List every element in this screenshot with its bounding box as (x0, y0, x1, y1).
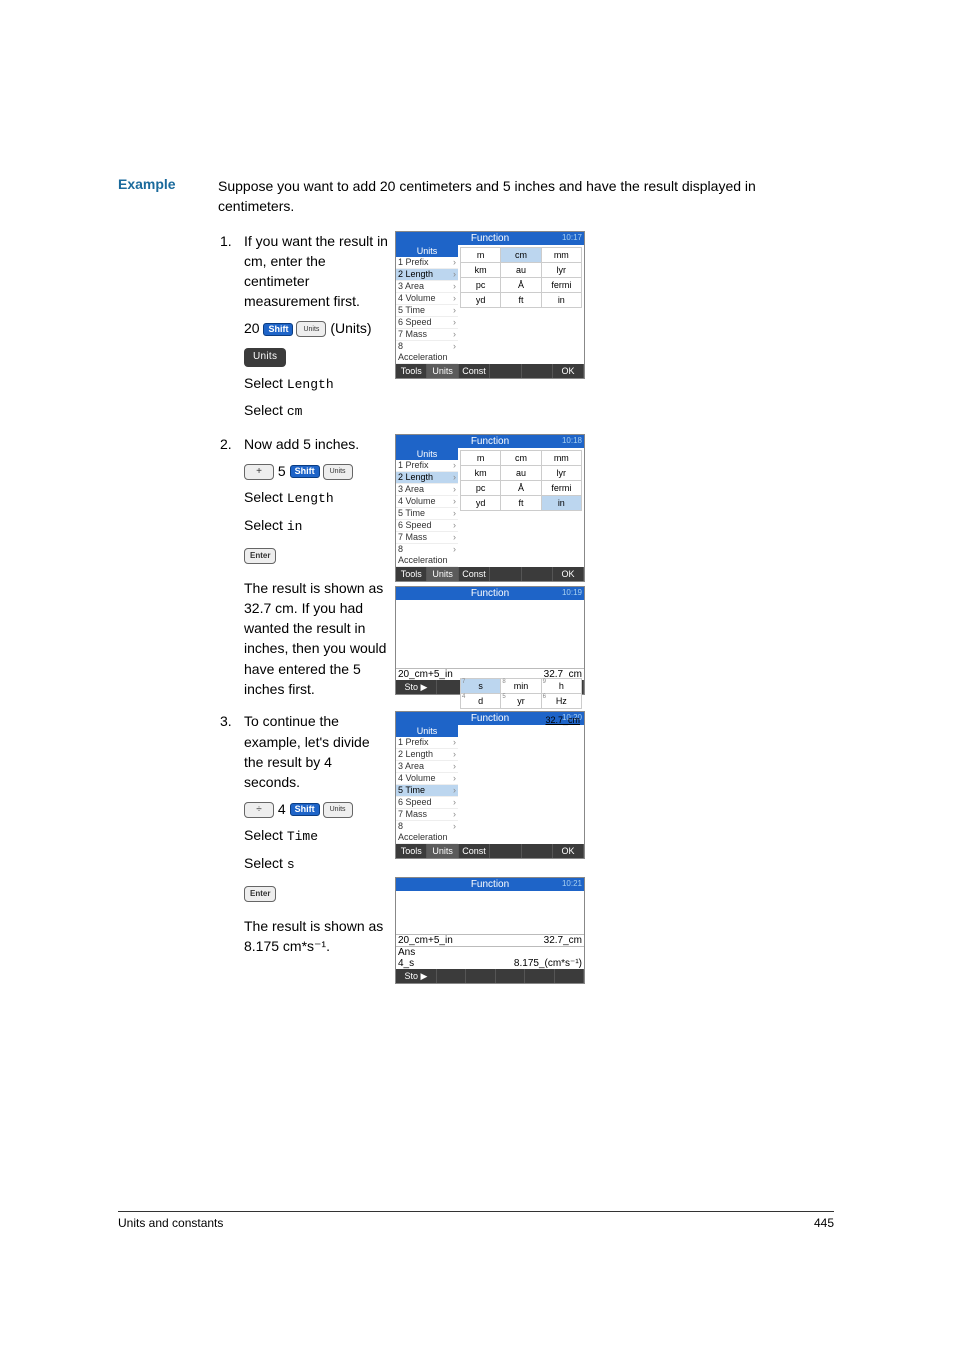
ans-line: Ans (396, 946, 584, 958)
select-length: Length (287, 491, 334, 506)
plus-key (244, 464, 274, 480)
section-heading: Example (118, 176, 218, 192)
literal-4: 4 (278, 801, 290, 817)
shift-key: Shift (290, 465, 320, 478)
enter-key: Enter (244, 886, 276, 902)
select-time: Time (287, 829, 318, 844)
step-number: 3. (218, 711, 244, 731)
calc-screenshot-5: Function 10:21 20_cm+5_in 32.7_cm (395, 877, 585, 984)
shift-key: Shift (263, 323, 293, 336)
menu-volume: 4 Volume› (396, 293, 458, 305)
clock: 10:19 (562, 588, 582, 597)
tab-units: Units (427, 364, 458, 378)
menu-speed: 6 Speed› (396, 317, 458, 329)
step-2-text: Now add 5 inches. 5 Shift Units (244, 434, 389, 705)
tab-tools: Tools (396, 364, 427, 378)
menu-mass: 7 Mass› (396, 329, 458, 341)
menu-time: 5 Time› (396, 305, 458, 317)
units-key: Units (323, 802, 353, 818)
menu-prefix: 1 Prefix› (396, 257, 458, 269)
page-footer: Units and constants 445 (118, 1211, 834, 1230)
select-s: s (287, 857, 295, 872)
menu-accel: 8 Acceleration› (396, 341, 458, 364)
units-label-paren: (Units) (330, 320, 371, 336)
units-key: Units (296, 321, 326, 337)
enter-key: Enter (244, 548, 276, 564)
select-length: Length (287, 377, 334, 392)
intro-text: Suppose you want to add 20 centimeters a… (218, 176, 834, 217)
divide-key (244, 802, 274, 818)
step-1-text: If you want the result in cm, enter the … (244, 231, 389, 429)
literal-20: 20 (244, 320, 260, 336)
menu-area: 3 Area› (396, 281, 458, 293)
result-line-1: 20_cm+5_in 32.7_cm (396, 934, 584, 946)
clock: 10:17 (562, 233, 582, 242)
tab-ok: OK (553, 364, 584, 378)
step-number: 1. (218, 231, 244, 251)
calc-header: Function 10:17 (396, 232, 584, 245)
tab-const: Const (459, 364, 490, 378)
calc-screenshot-1: Function 10:17 Units 1 Prefix› 2 Length›… (395, 231, 585, 379)
clock: 10:21 (562, 879, 582, 888)
result-line-2: 4_s 8.175_(cm*s⁻¹) (396, 958, 584, 969)
units-key: Units (323, 464, 353, 480)
length-grid: mcmmm kmaulyr pcÅfermi ydftin (460, 247, 582, 308)
select-cm: cm (287, 404, 303, 419)
calc-screenshot-4: Function 10:20 Units 1 Prefix› 2 Length›… (395, 711, 585, 859)
literal-5: 5 (278, 463, 290, 479)
units-soft-button: Units (244, 348, 286, 367)
shift-key: Shift (290, 803, 320, 816)
units-menu: Units 1 Prefix› 2 Length› 3 Area› 4 Volu… (396, 245, 458, 364)
calc-screenshot-2: Function 10:18 Units 1 Prefix› 2 Length›… (395, 434, 585, 582)
select-in: in (287, 519, 303, 534)
footer-left: Units and constants (118, 1216, 223, 1230)
menu-length: 2 Length› (396, 269, 458, 281)
step-number: 2. (218, 434, 244, 454)
prev-result: 32.7_cm (545, 715, 580, 725)
clock: 10:18 (562, 436, 582, 445)
calc-footer: Tools Units Const OK (396, 364, 584, 378)
step-3-text: To continue the example, let's divide th… (244, 711, 389, 962)
footer-page-number: 445 (814, 1216, 834, 1230)
tab-sto: Sto ▶ (396, 680, 437, 694)
